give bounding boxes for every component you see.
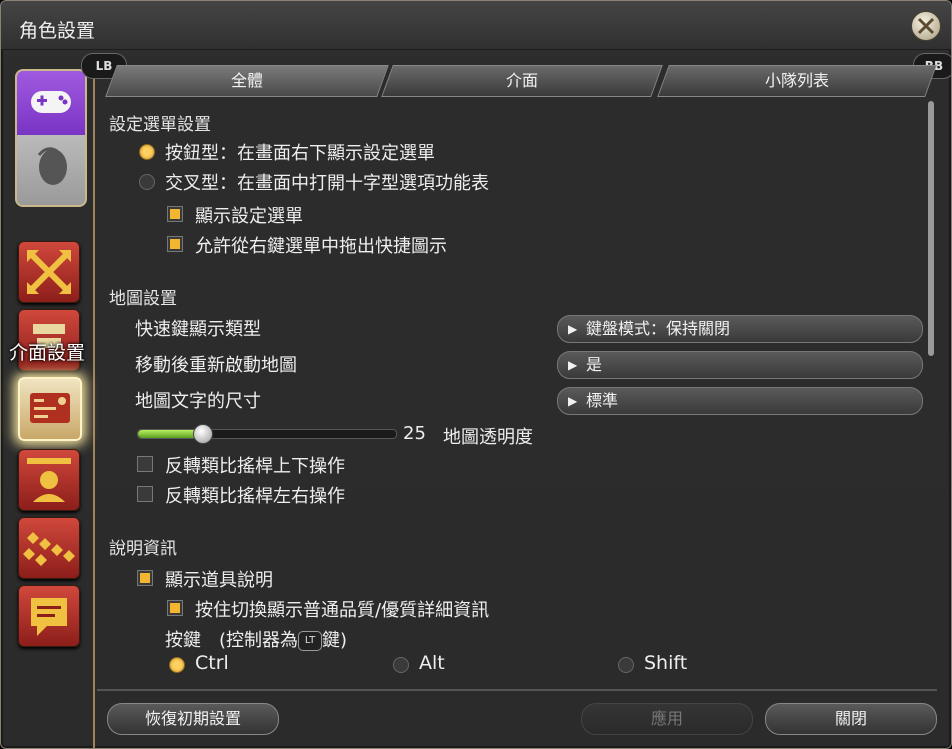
category-rail [7,59,95,748]
slider-knob[interactable] [193,424,213,444]
character-icon[interactable] [18,449,80,511]
triangle-right-icon: ▶ [568,322,578,336]
chat-icon[interactable] [18,585,80,647]
checkbox-drag-shortcut[interactable] [167,236,183,252]
label-key: 按鍵 (控制器為 LT 鍵) [165,630,348,651]
label-alt[interactable]: Alt [419,652,445,674]
device-toggle[interactable] [15,69,87,207]
checkbox-hold-toggle[interactable] [167,600,183,616]
radio-shift[interactable] [618,657,634,673]
reset-button[interactable]: 恢復初期設置 [107,703,279,735]
title-bar: 角色設置 [1,1,951,50]
tab-all[interactable]: 全體 [105,65,389,97]
label-hold-toggle: 按住切換顯示普通品質/優質詳細資訊 [195,600,490,621]
label-shift[interactable]: Shift [644,652,687,674]
section-menu-title: 設定選單設置 [109,115,211,135]
triangle-right-icon: ▶ [568,358,578,372]
character-config-window: 角色設置 介面設置 LB 全體 介面 小隊列表 設定選單設置 按鈕型：在畫面右下… [0,0,952,749]
radio-button-type[interactable] [139,144,155,160]
label-show-item-help: 顯示道具說明 [165,570,273,591]
mouse-icon[interactable] [17,135,85,205]
section-info-title: 說明資訊 [109,539,177,559]
close-button[interactable]: 關閉 [765,703,937,735]
label-restart-map: 移動後重新啟動地圖 [135,355,297,376]
radio-cross-type[interactable] [139,174,155,190]
radio-alt[interactable] [393,657,409,673]
section-map-title: 地圖設置 [109,289,177,309]
party-icon[interactable] [18,517,80,579]
option-button-type[interactable]: 按鈕型：在畫面右下顯示設定選單 [165,139,435,165]
label-map-text-size: 地圖文字的尺寸 [135,391,261,412]
footer-divider [97,689,937,691]
map-opacity-slider[interactable] [137,424,397,444]
label-drag-shortcut: 允許從右鍵選單中拖出快捷圖示 [195,236,447,257]
settings-content: 設定選單設置 按鈕型：在畫面右下顯示設定選單 交叉型：在畫面中打開十字型選項功能… [101,101,931,686]
label-invert-horizontal: 反轉類比搖桿左右操作 [165,486,345,507]
label-invert-vertical: 反轉類比搖桿上下操作 [165,456,345,477]
label-hotkey-display: 快速鍵顯示類型 [135,319,261,340]
dropdown-map-text-size[interactable]: ▶ 標準 [557,387,923,415]
radio-ctrl[interactable] [169,657,185,673]
tab-interface[interactable]: 介面 [381,65,663,97]
dropdown-restart-map[interactable]: ▶ 是 [557,351,923,379]
label-ctrl[interactable]: Ctrl [195,652,229,674]
close-icon[interactable] [911,11,941,41]
scrollbar[interactable] [928,101,934,356]
label-show-menu: 顯示設定選單 [195,206,303,227]
checkbox-show-item-help[interactable] [137,570,153,586]
checkbox-invert-vertical[interactable] [137,456,153,472]
tab-party-list[interactable]: 小隊列表 [657,65,937,97]
apply-button[interactable]: 應用 [581,703,753,735]
map-opacity-label: 地圖透明度 [443,427,533,448]
checkbox-invert-horizontal[interactable] [137,486,153,502]
category-tooltip: 介面設置 [9,342,86,364]
interface-icon[interactable] [18,377,82,441]
controller-icon[interactable] [17,71,85,135]
window-title: 角色設置 [19,20,96,42]
option-cross-type[interactable]: 交叉型：在畫面中打開十字型選項功能表 [165,169,489,195]
dropdown-hotkey-display[interactable]: ▶ 鍵盤模式：保持關閉 [557,315,923,343]
checkbox-show-menu[interactable] [167,206,183,222]
arrows-icon[interactable] [18,241,80,303]
tab-bar: 全體 介面 小隊列表 [97,63,937,97]
map-opacity-value: 25 [403,423,426,444]
lt-trigger-icon: LT [298,631,323,651]
triangle-right-icon: ▶ [568,394,578,408]
